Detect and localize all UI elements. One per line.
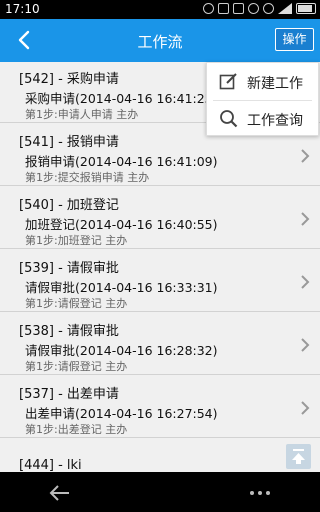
item-title: [539] - 请假审批: [19, 261, 119, 276]
item-title: [444] - lki: [19, 458, 82, 472]
chevron-right-icon: [301, 275, 310, 289]
edit-icon: [219, 73, 237, 90]
list-item[interactable]: [444] - lki: [0, 458, 320, 472]
item-subtitle: 报销申请(2014-04-16 16:41:09): [25, 154, 218, 169]
list-item[interactable]: [540] - 加班登记 加班登记(2014-04-16 16:40:55) 第…: [0, 188, 320, 249]
item-subtitle: 加班登记(2014-04-16 16:40:55): [25, 217, 218, 232]
scroll-to-top-button[interactable]: [286, 444, 311, 469]
status-time: 17:10: [5, 2, 40, 16]
chevron-right-icon: [301, 149, 310, 163]
list-item[interactable]: [538] - 请假审批 请假审批(2014-04-16 16:28:32) 第…: [0, 314, 320, 375]
item-step: 第1步:提交报销申请 主办: [25, 171, 150, 184]
title-bar: 工作流 操作: [0, 19, 320, 62]
status-icons: [203, 3, 316, 14]
nav-back-button[interactable]: [48, 481, 72, 505]
status-bar: 17:10: [0, 0, 320, 19]
item-title: [540] - 加班登记: [19, 198, 119, 213]
item-subtitle: 请假审批(2014-04-16 16:28:32): [25, 343, 218, 358]
image-icon: [233, 3, 244, 14]
item-title: [541] - 报销申请: [19, 135, 119, 150]
system-nav-bar: [0, 473, 320, 512]
item-step: 第1步:请假登记 主办: [25, 360, 128, 373]
wifi-icon: [263, 3, 274, 14]
search-icon: [220, 110, 238, 128]
arrow-up-icon: [292, 449, 305, 464]
menu-item-label: 新建工作: [247, 76, 303, 92]
menu-item-label: 工作查询: [247, 113, 303, 129]
menu-item-new-work[interactable]: 新建工作: [207, 63, 320, 100]
chat-icon: [203, 3, 214, 14]
list-item[interactable]: [537] - 出差申请 出差申请(2014-04-16 16:27:54) 第…: [0, 377, 320, 438]
arrow-left-icon: [49, 485, 69, 501]
chevron-right-icon: [301, 212, 310, 226]
item-title: [537] - 出差申请: [19, 387, 119, 402]
battery-icon: [296, 3, 316, 14]
chevron-right-icon: [301, 401, 310, 415]
page-title: 工作流: [137, 33, 183, 51]
item-subtitle: 请假审批(2014-04-16 16:33:31): [25, 280, 218, 295]
signal-icon: [278, 3, 292, 14]
item-title: [538] - 请假审批: [19, 324, 119, 339]
action-menu: 新建工作 工作查询: [206, 62, 319, 136]
item-title: [542] - 采购申请: [19, 72, 119, 87]
item-step: 第1步:加班登记 主办: [25, 234, 128, 247]
item-subtitle: 出差申请(2014-04-16 16:27:54): [25, 406, 218, 421]
grid-icon: [218, 3, 229, 14]
item-step: 第1步:请假登记 主办: [25, 297, 128, 310]
item-step: 第1步:出差登记 主办: [25, 423, 128, 436]
action-button[interactable]: 操作: [275, 28, 314, 51]
nav-more-button[interactable]: [248, 483, 272, 503]
clock-icon: [248, 3, 259, 14]
list-item[interactable]: [539] - 请假审批 请假审批(2014-04-16 16:33:31) 第…: [0, 251, 320, 312]
item-step: 第1步:申请人申请 主办: [25, 108, 139, 121]
menu-item-query-work[interactable]: 工作查询: [207, 100, 320, 137]
more-dots-icon: [250, 491, 270, 495]
item-subtitle: 采购申请(2014-04-16 16:41:25): [25, 91, 218, 106]
chevron-right-icon: [301, 338, 310, 352]
